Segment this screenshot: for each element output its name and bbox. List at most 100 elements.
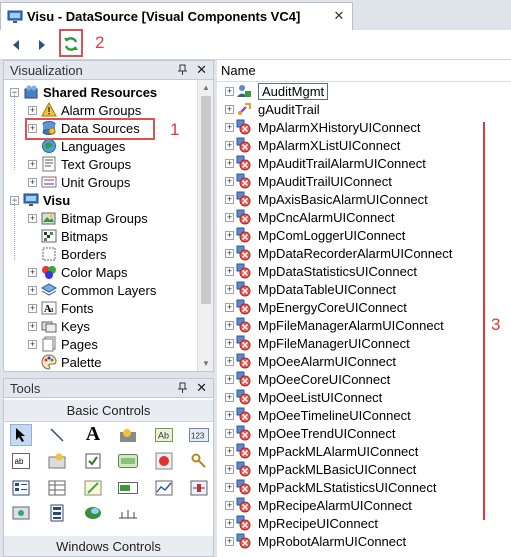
dropdown-tool[interactable]	[46, 502, 68, 524]
scrollbar-thumb[interactable]	[201, 96, 211, 304]
list-item[interactable]: + MpAxisBasicAlarmUIConnect	[217, 190, 428, 208]
list-item[interactable]: + MpAlarmXListUIConnect	[217, 136, 400, 154]
list-item[interactable]: + MpOeeListUIConnect	[217, 388, 382, 406]
pin-icon[interactable]	[177, 382, 189, 394]
list-item[interactable]: + MpEnergyCoreUIConnect	[217, 298, 407, 316]
expand-icon[interactable]: +	[225, 122, 234, 132]
image-tool[interactable]	[117, 424, 139, 446]
expand-icon[interactable]: +	[225, 338, 234, 348]
trend-tool[interactable]	[153, 477, 175, 499]
expand-icon[interactable]: +	[225, 248, 234, 258]
tree-item-alarm-groups[interactable]: + Alarm Groups	[28, 101, 141, 119]
expand-icon[interactable]: +	[28, 339, 37, 349]
tree-item-fonts[interactable]: + Aa Fonts	[28, 299, 94, 317]
list-item[interactable]: + MpAuditTrailUIConnect	[217, 172, 392, 190]
list-item[interactable]: + gAuditTrail	[217, 100, 320, 118]
list-item[interactable]: + MpPackMLBasicUIConnect	[217, 460, 416, 478]
list-item[interactable]: + MpDataTableUIConnect	[217, 280, 396, 298]
expand-icon[interactable]: +	[28, 267, 37, 277]
edit-tool[interactable]	[82, 477, 104, 499]
tree-item-shared-resources[interactable]: − Shared Resources	[10, 83, 157, 101]
shape-tool[interactable]	[82, 502, 104, 524]
close-icon[interactable]: ✕	[196, 62, 207, 78]
tree-item-borders[interactable]: Borders	[28, 245, 107, 263]
tree-item-visu[interactable]: − Visu	[10, 191, 70, 209]
expand-icon[interactable]: +	[225, 356, 234, 366]
pin-icon[interactable]	[177, 64, 189, 76]
list-item[interactable]: + MpRecipeAlarmUIConnect	[217, 496, 412, 514]
tree-item-common-layers[interactable]: + Common Layers	[28, 281, 156, 299]
expand-icon[interactable]: +	[225, 284, 234, 294]
expand-icon[interactable]: +	[28, 177, 37, 187]
expand-icon[interactable]: +	[225, 266, 234, 276]
scroll-down-icon[interactable]: ▼	[202, 359, 210, 368]
expand-icon[interactable]: +	[225, 230, 234, 240]
expand-icon[interactable]: +	[28, 285, 37, 295]
expand-icon[interactable]: +	[28, 321, 37, 331]
text-input-tool[interactable]: ab	[10, 450, 32, 472]
windows-controls-section[interactable]: Windows Controls	[4, 536, 213, 556]
expand-icon[interactable]: +	[225, 536, 234, 546]
expand-icon[interactable]: +	[225, 194, 234, 204]
list-item[interactable]: + MpPackMLAlarmUIConnect	[217, 442, 418, 460]
expand-icon[interactable]: +	[225, 374, 234, 384]
expand-icon[interactable]: +	[225, 500, 234, 510]
expand-icon[interactable]: +	[28, 159, 37, 169]
expand-icon[interactable]: +	[225, 158, 234, 168]
list-item[interactable]: + MpCncAlarmUIConnect	[217, 208, 395, 226]
expand-icon[interactable]: +	[225, 302, 234, 312]
back-button[interactable]	[6, 35, 26, 55]
list-item[interactable]: + MpAuditTrailAlarmUIConnect	[217, 154, 426, 172]
expand-icon[interactable]: +	[225, 410, 234, 420]
list-item[interactable]: + MpDataStatisticsUIConnect	[217, 262, 417, 280]
basic-controls-section[interactable]: Basic Controls	[4, 400, 213, 422]
button-tool[interactable]	[117, 450, 139, 472]
list-item[interactable]: + MpRobotAlarmUIConnect	[217, 532, 406, 550]
tree-item-unit-groups[interactable]: + Unit Groups	[28, 173, 130, 191]
expand-icon[interactable]: +	[225, 482, 234, 492]
bitmap-button-tool[interactable]	[46, 450, 68, 472]
tree-scrollbar[interactable]: ▲ ▼	[197, 80, 213, 371]
tree-item-palette[interactable]: Palette	[28, 353, 101, 371]
list-item[interactable]: + MpPackMLStatisticsUIConnect	[217, 478, 436, 496]
scale-tool[interactable]	[117, 502, 139, 524]
list-item[interactable]: + MpOeeTrendUIConnect	[217, 424, 396, 442]
close-icon[interactable]: ✕	[332, 9, 346, 23]
list-item[interactable]: + MpOeeAlarmUIConnect	[217, 352, 396, 370]
tree-item-pages[interactable]: + Pages	[28, 335, 98, 353]
expand-icon[interactable]: +	[225, 140, 234, 150]
tree-item-keys[interactable]: + Keys	[28, 317, 90, 335]
list-item[interactable]: + MpFileManagerUIConnect	[217, 334, 410, 352]
expand-icon[interactable]: +	[225, 320, 234, 330]
expand-icon[interactable]: +	[225, 176, 234, 186]
list-item[interactable]: + MpDataRecorderAlarmUIConnect	[217, 244, 452, 262]
tree-item-text-groups[interactable]: + Text Groups	[28, 155, 131, 173]
slider-tool[interactable]	[188, 477, 210, 499]
close-icon[interactable]: ✕	[196, 380, 207, 396]
scroll-up-icon[interactable]: ▲	[202, 83, 210, 92]
text-tool[interactable]: A	[82, 423, 104, 445]
expand-icon[interactable]: +	[225, 392, 234, 402]
listbox-tool[interactable]	[10, 477, 32, 499]
list-item[interactable]: + MpRecipeUIConnect	[217, 514, 378, 532]
list-item[interactable]: + MpOeeTimelineUIConnect	[217, 406, 411, 424]
list-item[interactable]: + MpOeeCoreUIConnect	[217, 370, 390, 388]
alarm-tool[interactable]	[153, 450, 175, 472]
forward-button[interactable]	[32, 35, 52, 55]
expand-icon[interactable]: +	[225, 428, 234, 438]
gauge-tool[interactable]	[10, 502, 32, 524]
expand-icon[interactable]: +	[225, 518, 234, 528]
label-tool[interactable]: Ab	[153, 424, 175, 446]
expand-icon[interactable]: +	[225, 104, 234, 114]
expand-icon[interactable]: +	[28, 105, 37, 115]
numeric-tool[interactable]: 123	[188, 424, 210, 446]
list-item[interactable]: + MpComLoggerUIConnect	[217, 226, 405, 244]
list-item[interactable]: + MpAlarmXHistoryUIConnect	[217, 118, 421, 136]
tree-item-bitmaps[interactable]: Bitmaps	[28, 227, 108, 245]
list-header[interactable]: Name	[217, 60, 511, 82]
table-tool[interactable]	[46, 477, 68, 499]
line-tool[interactable]	[46, 424, 68, 446]
tree-item-bitmap-groups[interactable]: + Bitmap Groups	[28, 209, 148, 227]
bar-tool[interactable]	[117, 477, 139, 499]
checkbox-tool[interactable]	[82, 450, 104, 472]
